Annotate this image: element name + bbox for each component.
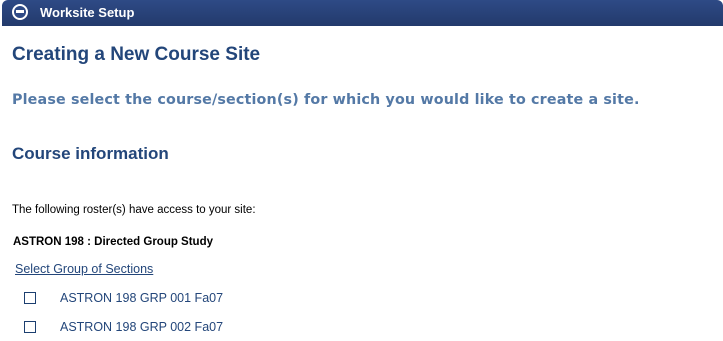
section-checkbox[interactable] — [24, 321, 36, 333]
page-title: Creating a New Course Site — [12, 44, 261, 65]
section-label: ASTRON 198 GRP 002 Fa07 — [60, 320, 224, 334]
course-name: ASTRON 198 : Directed Group Study — [13, 236, 214, 248]
section-checkbox[interactable] — [24, 292, 36, 304]
tool-title: Worksite Setup — [40, 5, 135, 20]
tool-title-bar: Worksite Setup — [2, 0, 723, 26]
roster-note: The following roster(s) have access to y… — [12, 204, 256, 216]
section-label: ASTRON 198 GRP 001 Fa07 — [60, 291, 224, 305]
select-group-of-sections-link[interactable]: Select Group of Sections — [15, 262, 153, 276]
instruction-text: Please select the course/section(s) for … — [12, 92, 640, 108]
reset-icon[interactable] — [12, 4, 28, 20]
course-information-heading: Course information — [12, 144, 169, 163]
